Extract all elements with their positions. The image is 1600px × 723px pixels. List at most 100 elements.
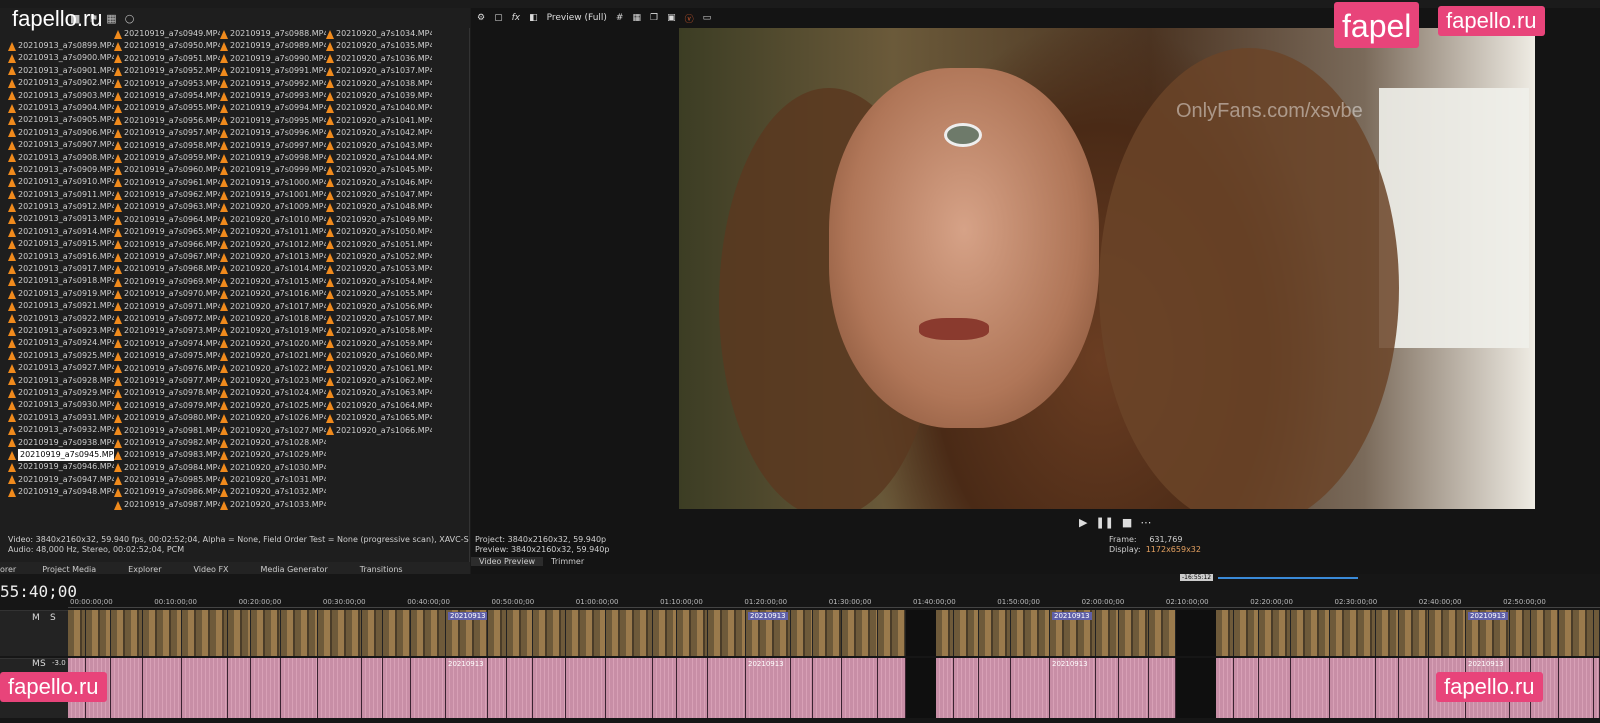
file-item[interactable]: 20210920_a7s1025.MP4 (220, 400, 326, 412)
file-item[interactable]: 20210920_a7s1056.MP4 (326, 301, 432, 313)
audio-mute-button[interactable]: M (32, 659, 40, 669)
file-item[interactable]: 20210913_a7s0905.MP4 (8, 114, 114, 126)
audio-clip[interactable] (1119, 658, 1149, 718)
audio-clip[interactable] (653, 658, 677, 718)
save-icon[interactable]: ▣ (667, 13, 676, 23)
file-item[interactable]: 20210920_a7s1050.MP4 (326, 226, 432, 238)
video-clip[interactable] (677, 610, 708, 656)
video-clip[interactable] (281, 610, 318, 656)
file-item[interactable]: 20210919_a7s0985.MP4 (114, 474, 220, 486)
audio-clip[interactable] (1330, 658, 1376, 718)
file-item[interactable]: 20210919_a7s0993.MP4 (220, 90, 326, 102)
file-item[interactable]: 20210920_a7s1061.MP4 (326, 363, 432, 375)
file-item[interactable]: 20210919_a7s0945.MP4 (8, 448, 114, 462)
file-item[interactable]: 20210920_a7s1024.MP4 (220, 387, 326, 399)
video-clip[interactable]: 20210913 (1050, 610, 1096, 656)
video-clip[interactable] (86, 610, 111, 656)
file-item[interactable]: 20210920_a7s1054.MP4 (326, 276, 432, 288)
file-item[interactable]: 20210919_a7s0991.MP4 (220, 65, 326, 77)
file-item[interactable]: 20210920_a7s1023.MP4 (220, 375, 326, 387)
video-clip[interactable] (842, 610, 878, 656)
file-item[interactable]: 20210913_a7s0906.MP4 (8, 127, 114, 139)
audio-clip[interactable] (566, 658, 606, 718)
file-item[interactable]: 20210920_a7s1044.MP4 (326, 152, 432, 164)
file-item[interactable]: 20210919_a7s0998.MP4 (220, 152, 326, 164)
audio-clip[interactable] (411, 658, 446, 718)
audio-clip[interactable] (281, 658, 318, 718)
audio-clip[interactable] (1376, 658, 1399, 718)
audio-clip[interactable] (1149, 658, 1176, 718)
file-item[interactable]: 20210913_a7s0908.MP4 (8, 152, 114, 164)
video-clip[interactable] (318, 610, 362, 656)
vegas-icon[interactable]: ⓥ (685, 12, 694, 25)
video-clip[interactable] (954, 610, 979, 656)
video-clip[interactable] (708, 610, 746, 656)
file-item[interactable]: 20210919_a7s0983.MP4 (114, 449, 220, 461)
audio-clip[interactable] (1234, 658, 1259, 718)
file-item[interactable]: 20210919_a7s0978.MP4 (114, 387, 220, 399)
audio-clip[interactable] (182, 658, 228, 718)
file-item[interactable]: 20210913_a7s0909.MP4 (8, 164, 114, 176)
video-clip[interactable] (1149, 610, 1176, 656)
file-item[interactable]: 20210920_a7s1043.MP4 (326, 140, 432, 152)
file-item[interactable]: 20210913_a7s0912.MP4 (8, 201, 114, 213)
file-item[interactable]: 20210919_a7s0984.MP4 (114, 462, 220, 474)
file-item[interactable]: 20210920_a7s1046.MP4 (326, 177, 432, 189)
video-clip[interactable] (1119, 610, 1149, 656)
file-item[interactable]: 20210919_a7s0949.MP4 (114, 28, 220, 40)
audio-clip[interactable] (936, 658, 954, 718)
audio-clip[interactable] (1096, 658, 1119, 718)
file-item[interactable]: 20210919_a7s0976.MP4 (114, 363, 220, 375)
file-item[interactable]: 20210919_a7s0963.MP4 (114, 201, 220, 213)
audio-clip[interactable]: 20210913 (746, 658, 791, 718)
file-item[interactable]: 20210920_a7s1047.MP4 (326, 189, 432, 201)
tab-media-generator[interactable]: Media Generator (245, 565, 344, 574)
audio-clip[interactable] (1259, 658, 1291, 718)
file-item[interactable]: 20210919_a7s0961.MP4 (114, 177, 220, 189)
file-item[interactable]: 20210913_a7s0918.MP4 (8, 275, 114, 287)
file-item[interactable]: 20210913_a7s0910.MP4 (8, 176, 114, 188)
file-item[interactable]: 20210920_a7s1045.MP4 (326, 164, 432, 176)
loop-region[interactable] (1218, 577, 1358, 579)
grid-icon[interactable]: # (616, 13, 624, 23)
file-item[interactable]: 20210920_a7s1030.MP4 (220, 462, 326, 474)
file-item[interactable]: 20210920_a7s1031.MP4 (220, 474, 326, 486)
file-item[interactable]: 20210920_a7s1010.MP4 (220, 214, 326, 226)
audio-clip[interactable] (507, 658, 533, 718)
file-item[interactable]: 20210920_a7s1014.MP4 (220, 263, 326, 275)
video-clip[interactable] (1510, 610, 1531, 656)
file-item[interactable]: 20210913_a7s0899.MP4 (8, 40, 114, 52)
file-item[interactable]: 20210919_a7s0952.MP4 (114, 65, 220, 77)
stop-button-icon[interactable]: ■ (1122, 516, 1132, 529)
file-item[interactable]: 20210919_a7s0988.MP4 (220, 28, 326, 40)
audio-solo-button[interactable]: S (40, 659, 46, 669)
file-item[interactable]: 20210919_a7s0938.MP4 (8, 437, 114, 449)
file-item[interactable]: 20210919_a7s0974.MP4 (114, 338, 220, 350)
video-clip[interactable] (1559, 610, 1594, 656)
audio-clip[interactable] (606, 658, 653, 718)
video-clip[interactable] (1291, 610, 1330, 656)
tab-project-media[interactable]: Project Media (26, 565, 112, 574)
video-clip[interactable]: 20210913 (746, 610, 791, 656)
video-clip[interactable] (1330, 610, 1376, 656)
file-item[interactable]: 20210920_a7s1040.MP4 (326, 102, 432, 114)
tab-video-fx[interactable]: Video FX (177, 565, 244, 574)
audio-clip[interactable] (318, 658, 362, 718)
file-item[interactable]: 20210920_a7s1017.MP4 (220, 301, 326, 313)
file-item[interactable]: 20210920_a7s1064.MP4 (326, 400, 432, 412)
audio-clip[interactable] (979, 658, 1011, 718)
file-item[interactable]: 20210913_a7s0924.MP4 (8, 337, 114, 349)
video-clip[interactable]: 20210913 (446, 610, 488, 656)
video-clip[interactable] (1399, 610, 1429, 656)
tab-video-preview[interactable]: Video Preview (471, 557, 544, 566)
file-item[interactable]: 20210920_a7s1053.MP4 (326, 263, 432, 275)
file-item[interactable]: 20210919_a7s0996.MP4 (220, 127, 326, 139)
file-item[interactable]: 20210919_a7s0946.MP4 (8, 461, 114, 473)
file-item[interactable]: 20210919_a7s0975.MP4 (114, 350, 220, 362)
audio-clip[interactable] (228, 658, 251, 718)
audio-clip[interactable] (708, 658, 746, 718)
tab-explorer[interactable]: Explorer (112, 565, 177, 574)
file-item[interactable]: 20210919_a7s0969.MP4 (114, 276, 220, 288)
file-item[interactable]: 20210920_a7s1021.MP4 (220, 350, 326, 362)
video-clip[interactable] (979, 610, 1011, 656)
